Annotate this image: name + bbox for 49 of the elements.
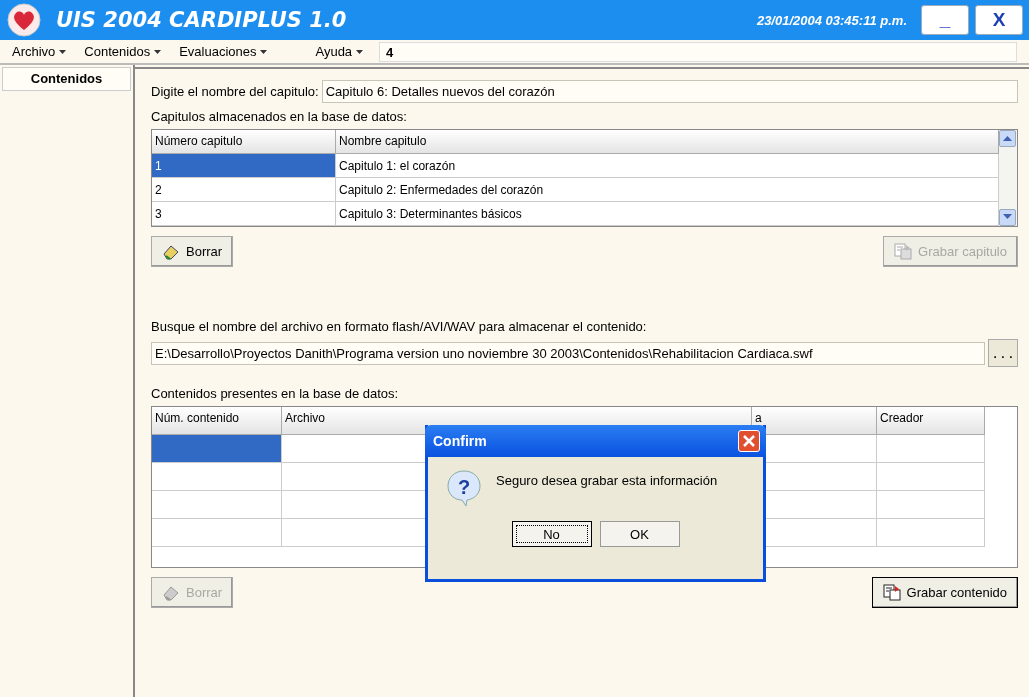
table-cell: Capitulo 3: Determinantes básicos [336,202,999,226]
scrollbar[interactable] [999,130,1017,226]
close-button[interactable] [738,430,760,452]
field-label: Digite el nombre del capitulo: [151,83,319,101]
dialog-message: Seguro desea grabar esta información [496,472,718,488]
column-header: Núm. contenido [152,407,282,435]
eraser-icon [162,584,180,601]
caret-icon [59,49,67,54]
menu-item[interactable]: Ayuda [309,44,376,59]
document-save-icon [894,243,913,260]
caret-icon [154,49,162,54]
dialog-button[interactable]: No [511,521,592,547]
up-arrow-icon[interactable] [1003,135,1012,141]
menu-item[interactable]: Contenidos [78,44,174,59]
minimize-button[interactable]: _ [921,5,969,35]
section-label: Contenidos presentes en la base de datos: [151,385,400,403]
menu-item[interactable]: Evaluaciones [173,44,280,59]
app-title: UIS 2004 CARDIPLUS 1.0 [56,8,348,32]
sidebar-tab[interactable]: Contenidos [2,67,131,91]
table-cell: Capitulo 1: el corazón [336,154,999,178]
document-save-icon [882,584,901,601]
column-header: Nombre capitulo [336,130,999,154]
column-header: Creador [877,407,985,435]
dialog-title: Confirm [433,433,487,449]
file-path-field[interactable]: E:\Desarrollo\Proyectos Danith\Programa version uno noviembre 30 2003\Contenidos\Rehabilitacion Cardiaca.swf [151,341,985,365]
chapter-name-field[interactable]: Capitulo 6: Detalles nuevos del corazón [321,80,1018,103]
column-header: a [752,407,877,435]
date-time: 23/01/2004 03:45:11 p.m. [756,12,907,28]
caret-icon [356,49,364,54]
column-header: Número capitulo [152,130,336,154]
dialog-button[interactable]: OK [599,521,680,547]
table-cell: 3 [152,202,336,226]
table-cell: 2 [152,178,336,202]
section-label: Busque el nombre del archivo en formato flash/AVI/WAV para almacenar el contenido: [151,318,648,336]
caret-icon [260,49,268,54]
menu-field[interactable]: 4 [379,41,1017,62]
menu-item[interactable]: Archivo [6,44,79,59]
heart-logo-icon [6,3,42,37]
table-cell: Capitulo 2: Enfermedades del corazón [336,178,999,202]
question-icon: ? [446,469,482,507]
section-label: Capitulos almacenados en la base de datos: [151,108,408,126]
eraser-icon [162,243,180,260]
delete-button[interactable]: Borrar [151,236,234,267]
table-cell: 1 [152,154,336,178]
save-button[interactable]: Grabar contenido [871,577,1018,608]
close-x-icon [743,435,755,447]
close-button[interactable]: X [975,5,1023,35]
down-arrow-icon[interactable] [1003,214,1012,220]
browse-button[interactable]: ... [988,339,1018,367]
